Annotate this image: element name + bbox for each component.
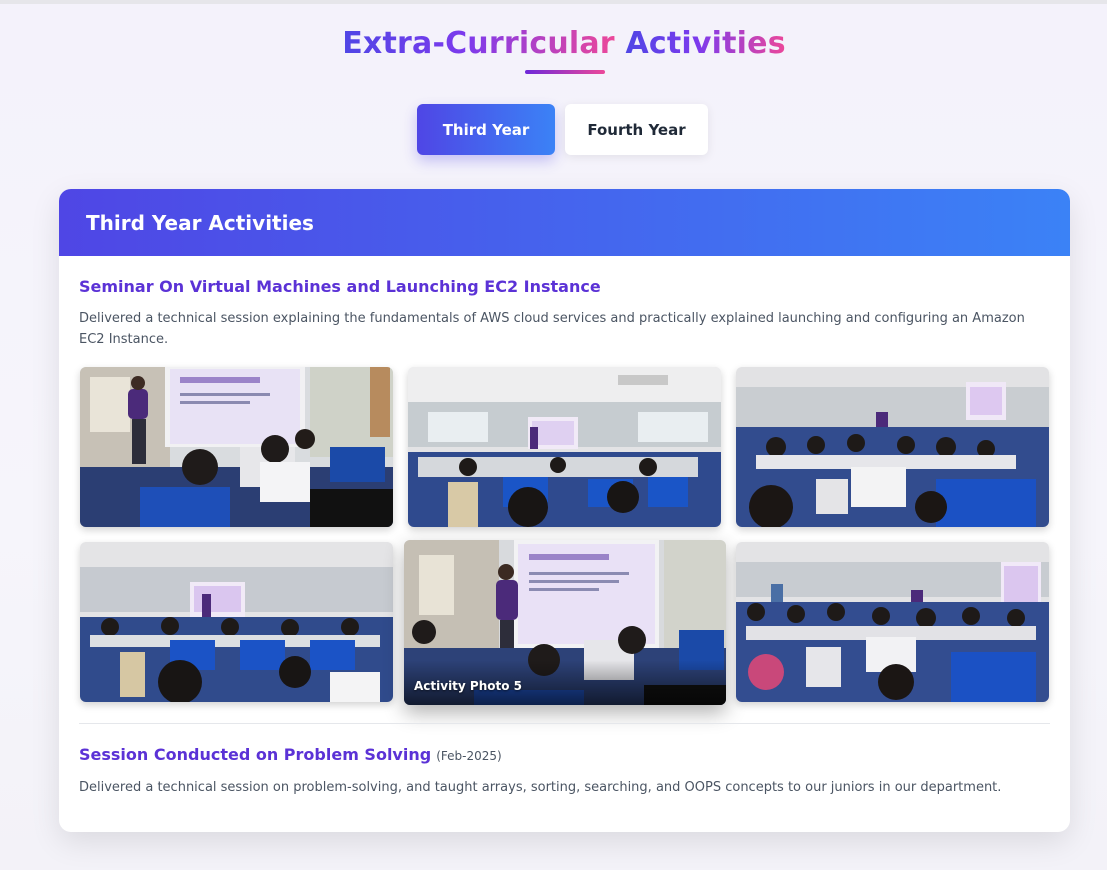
activity-title-text: Session Conducted on Problem Solving	[79, 745, 432, 764]
page-title-part2: Activities	[625, 26, 786, 61]
classroom-photo-icon	[80, 367, 393, 527]
activity-photo-6[interactable]	[736, 542, 1049, 702]
activity-photo-1[interactable]	[80, 367, 393, 527]
tab-third-year[interactable]: Third Year	[417, 104, 555, 155]
activity-divider	[79, 723, 1050, 724]
top-strip	[0, 0, 1107, 4]
year-tabs: Third Year Fourth Year	[417, 104, 708, 155]
activity-description: Delivered a technical session explaining…	[79, 311, 1025, 347]
title-underline	[525, 70, 605, 74]
classroom-photo-icon	[80, 542, 393, 702]
activity-photo-2[interactable]	[408, 367, 721, 527]
page-title-part1: Extra-Curricular	[342, 26, 615, 61]
classroom-photo-icon	[408, 367, 721, 527]
activity-photo-5[interactable]: Activity Photo 5	[404, 540, 726, 705]
card-header: Third Year Activities	[59, 189, 1070, 256]
activity-photo-4[interactable]	[80, 542, 393, 702]
activities-card: Third Year Activities Seminar On Virtual…	[59, 189, 1070, 832]
activity-title: Seminar On Virtual Machines and Launchin…	[79, 277, 601, 296]
activity-photo-3[interactable]	[736, 367, 1049, 527]
classroom-photo-icon	[736, 367, 1049, 527]
activity-description: Delivered a technical session on problem…	[79, 780, 1002, 795]
activity-date: (Feb-2025)	[436, 749, 502, 763]
classroom-photo-icon	[736, 542, 1049, 702]
page-title: Extra-Curricular Activities	[0, 26, 1107, 61]
photo-caption: Activity Photo 5	[414, 679, 523, 693]
activity-title: Session Conducted on Problem Solving (Feb…	[79, 745, 502, 764]
tab-fourth-year[interactable]: Fourth Year	[565, 104, 708, 155]
